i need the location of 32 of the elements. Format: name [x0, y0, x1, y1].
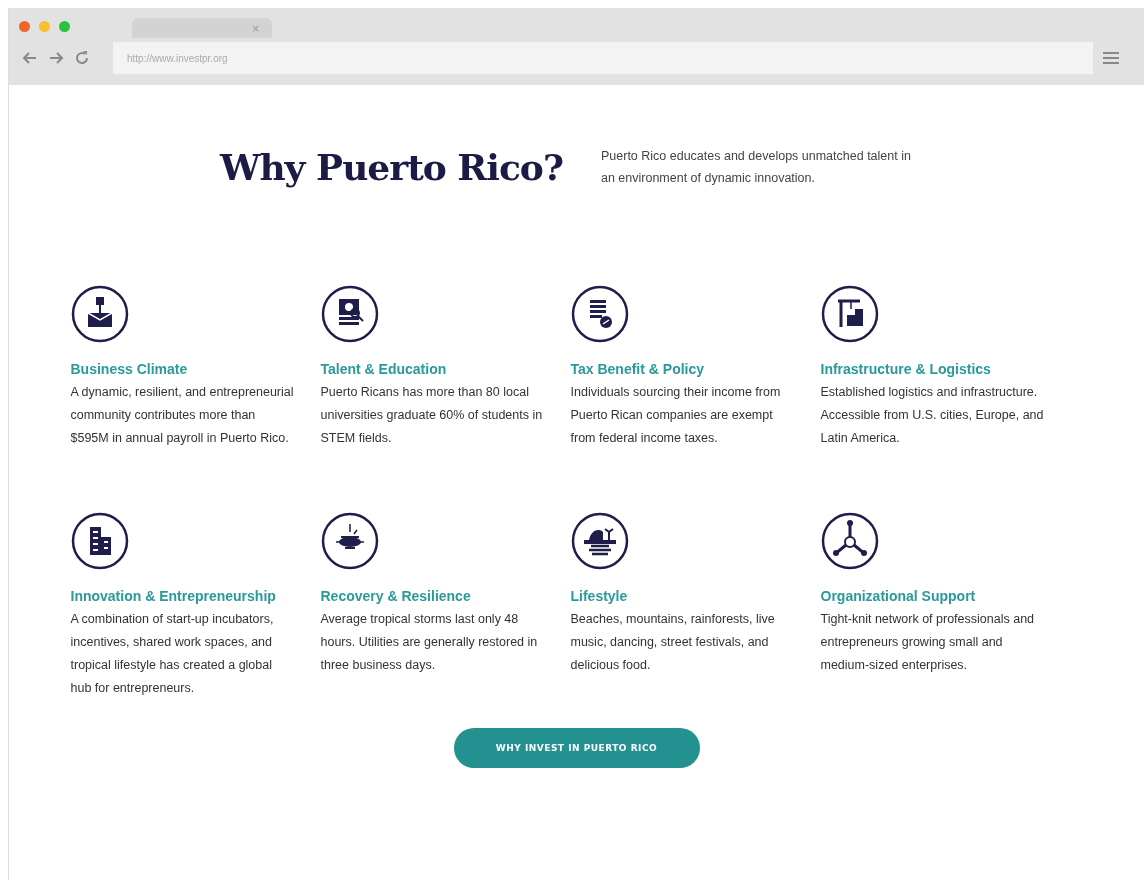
- feature-description: Puerto Ricans has more than 80 local universities graduate 60% of students in STEM fields.: [320, 384, 544, 447]
- feature-description: Tight-knit network of professionals and entrepreneurs growing small and medium-sized enterprises.: [820, 611, 1036, 674]
- feature-title: Lifestyle: [570, 588, 628, 604]
- certificate-icon: [320, 285, 379, 343]
- maximize-window-button[interactable]: [59, 20, 70, 32]
- building-icon: [70, 512, 129, 570]
- page-heading: Why Puerto Rico?: [220, 146, 563, 188]
- feature-description: A combination of start-up incubators, incentives, shared work spaces, and tropical lifestyle has created a global hub for entrepreneurs.: [70, 611, 275, 697]
- reload-icon[interactable]: [73, 49, 91, 67]
- browser-tab[interactable]: ×: [132, 18, 272, 38]
- feature-description: Average tropical storms last only 48 hours. Utilities are generally restored in three business days.: [320, 611, 539, 674]
- feature-description: Individuals sourcing their income from Puerto Rican companies are exempt from federal income taxes.: [570, 384, 782, 447]
- menu-icon[interactable]: [1103, 51, 1119, 65]
- feature-title: Infrastructure & Logistics: [820, 361, 991, 377]
- feature-description: Beaches, mountains, rainforests, live music, dancing, street festivals, and delicious food.: [570, 611, 776, 674]
- feature-description: Established logistics and infrastructure. Accessible from U.S. cities, Europe, and Latin America.: [820, 384, 1045, 447]
- crane-icon: [820, 285, 879, 343]
- feature-title: Business Climate: [70, 361, 188, 377]
- close-window-button[interactable]: [19, 20, 30, 32]
- feature-title: Tax Benefit & Policy: [570, 361, 705, 377]
- intro-text: Puerto Rico educates and develops unmatched talent in an environment of dynamic innovation.: [601, 148, 912, 187]
- feature-title: Talent & Education: [320, 361, 447, 377]
- feature-title: Recovery & Resilience: [320, 588, 471, 604]
- address-field[interactable]: http://www.investpr.org: [113, 42, 1093, 74]
- feature-description: A dynamic, resilient, and entrepreneurial community contributes more than $595M in annual payroll in Puerto Rico.: [70, 384, 295, 447]
- network-icon: [820, 512, 879, 570]
- tab-close-button[interactable]: ×: [251, 22, 260, 34]
- city-beach-icon: [570, 512, 629, 570]
- feature-title: Innovation & Entrepreneurship: [70, 588, 276, 604]
- feature-title: Organizational Support: [820, 588, 976, 604]
- invest-button[interactable]: WHY INVEST IN PUERTO RICO: [453, 728, 700, 768]
- document-coin-icon: [570, 285, 629, 343]
